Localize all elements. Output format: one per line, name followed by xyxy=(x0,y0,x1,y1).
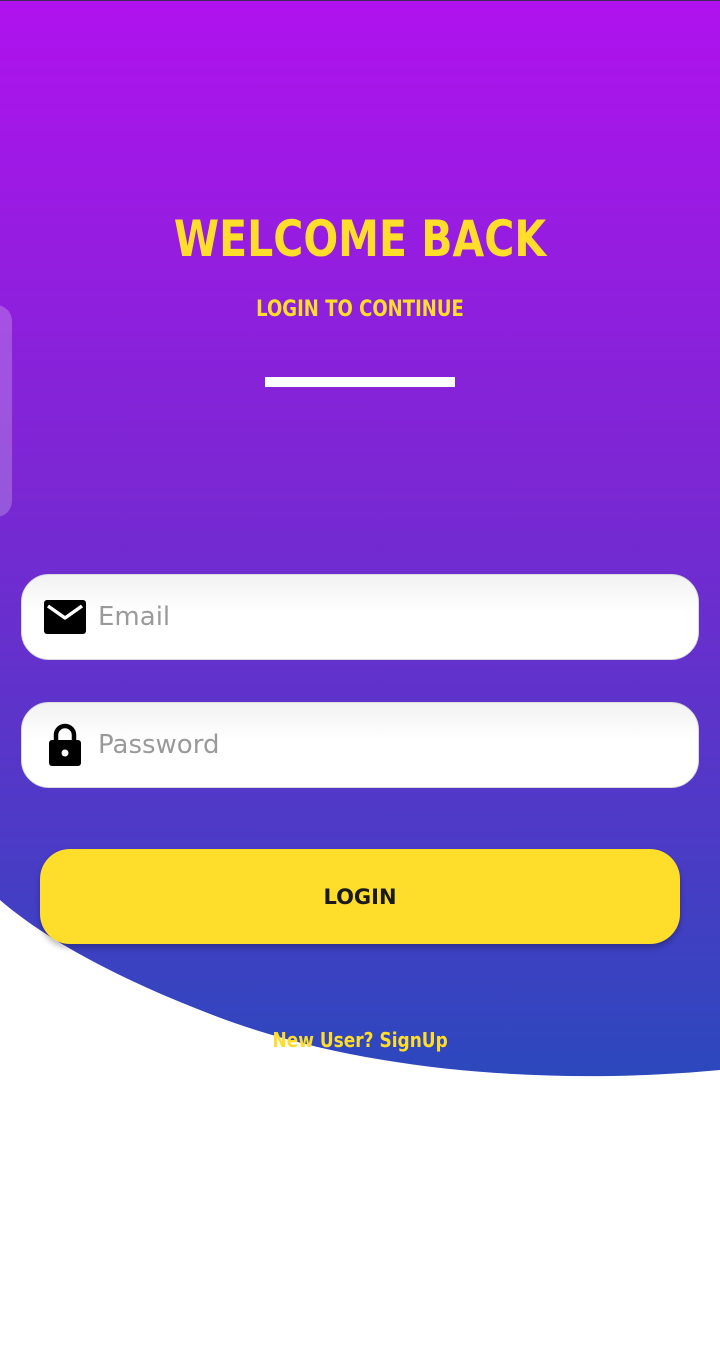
email-input[interactable] xyxy=(98,575,678,659)
lock-icon xyxy=(44,723,86,766)
page-title: WELCOME BACK xyxy=(173,210,547,268)
side-drawer-handle[interactable] xyxy=(0,305,12,517)
password-field[interactable] xyxy=(21,702,699,788)
email-field[interactable] xyxy=(21,574,699,660)
status-bar-edge xyxy=(0,0,720,1)
mail-icon xyxy=(44,596,86,638)
signup-link-label: New User? SignUp xyxy=(272,1028,448,1052)
page-subtitle: LOGIN TO CONTINUE xyxy=(256,297,464,322)
signup-link[interactable]: New User? SignUp xyxy=(0,1028,720,1052)
login-button[interactable]: LOGIN xyxy=(40,849,680,944)
title-divider xyxy=(265,377,455,387)
login-screen: WELCOME BACK LOGIN TO CONTINUE LOGIN New… xyxy=(0,0,720,1349)
password-input[interactable] xyxy=(98,703,678,787)
background-gradient xyxy=(0,0,720,1077)
